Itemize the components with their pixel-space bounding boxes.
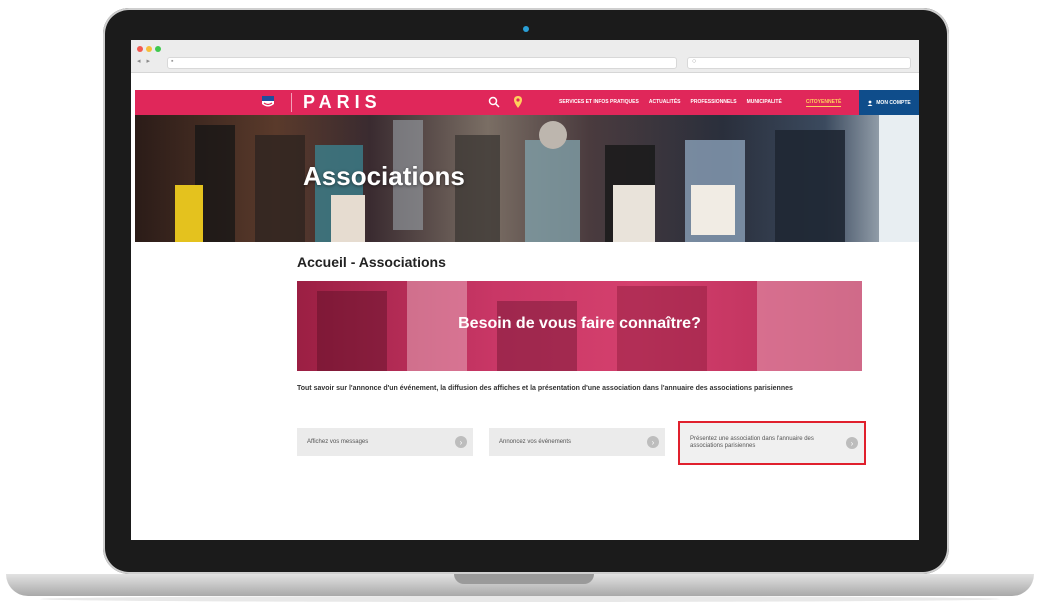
- laptop-shadow: [40, 596, 1000, 602]
- nav-item-citoyennete[interactable]: Citoyenneté: [805, 99, 842, 107]
- main-nav: Services et infos pratiques Actualités P…: [559, 99, 842, 107]
- laptop-screen: ◂ ▸ ▪ ○ PARIS Services et infos pratique…: [131, 40, 919, 540]
- camera-dot: [523, 26, 529, 32]
- crowd-photo: [175, 115, 919, 242]
- site-header: PARIS Services et infos pratiques Actual…: [135, 90, 919, 115]
- promo-banner[interactable]: Besoin de vous faire connaître?: [297, 281, 862, 371]
- nav-item-municipalite[interactable]: Municipalité: [747, 99, 782, 107]
- card-label: Affichez vos messages: [307, 438, 369, 445]
- card-annoncez-evenements[interactable]: Annoncez vos événements ›: [489, 428, 665, 456]
- banner-title: Besoin de vous faire connaître?: [458, 315, 701, 332]
- browser-toolbar: ◂ ▸ ▪ ○: [131, 40, 919, 73]
- location-pin-icon[interactable]: [513, 95, 523, 109]
- chevron-right-icon: ›: [846, 437, 858, 449]
- nav-item-services[interactable]: Services et infos pratiques: [559, 99, 639, 107]
- my-account-label: Mon compte: [876, 99, 911, 106]
- window-close-button[interactable]: [137, 46, 143, 52]
- chevron-right-icon: ›: [455, 436, 467, 448]
- paris-crest-icon[interactable]: [261, 95, 275, 109]
- window-maximize-button[interactable]: [155, 46, 161, 52]
- hero-title: Associations: [303, 161, 465, 191]
- my-account-button[interactable]: Mon compte: [859, 90, 919, 115]
- nav-item-actualites[interactable]: Actualités: [649, 99, 681, 107]
- breadcrumb: Accueil - Associations: [297, 254, 446, 270]
- intro-text: Tout savoir sur l'annonce d'un événement…: [297, 385, 793, 392]
- card-label: Annoncez vos événements: [499, 438, 572, 445]
- user-icon: [867, 100, 873, 106]
- magnifier-icon: ○: [692, 58, 697, 65]
- card-presentez-association[interactable]: Présentez une association dans l'annuair…: [678, 421, 866, 465]
- window-minimize-button[interactable]: [146, 46, 152, 52]
- chevron-right-icon: ›: [647, 436, 659, 448]
- header-divider: [291, 93, 292, 112]
- site-logo[interactable]: PARIS: [303, 92, 382, 113]
- card-label: Présentez une association dans l'annuair…: [690, 436, 814, 449]
- address-bar[interactable]: ▪: [167, 57, 677, 69]
- card-affichez-messages[interactable]: Affichez vos messages ›: [297, 428, 473, 456]
- hero-banner: Associations: [135, 115, 919, 242]
- laptop-notch: [454, 574, 594, 584]
- browser-search-field[interactable]: ○: [687, 57, 911, 69]
- nav-item-professionnels[interactable]: Professionnels: [691, 99, 737, 107]
- search-icon[interactable]: [488, 96, 500, 108]
- lock-icon: ▪: [171, 58, 174, 65]
- back-forward-icon[interactable]: ◂ ▸: [137, 57, 152, 65]
